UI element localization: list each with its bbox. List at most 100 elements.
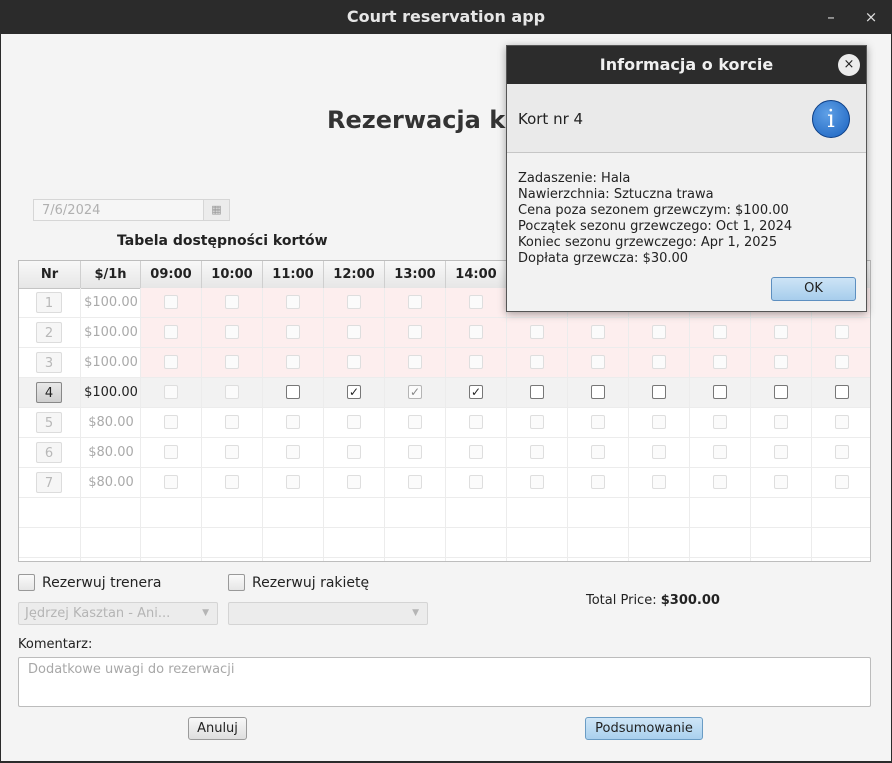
slot-checkbox[interactable]: [652, 385, 666, 399]
slot-checkbox[interactable]: [530, 415, 544, 429]
slot-checkbox[interactable]: [286, 475, 300, 489]
slot-checkbox[interactable]: [164, 415, 178, 429]
slot-checkbox[interactable]: [774, 355, 788, 369]
slot-checkbox[interactable]: [225, 445, 239, 459]
slot-checkbox[interactable]: [652, 445, 666, 459]
slot-checkbox[interactable]: [713, 445, 727, 459]
court-number-button[interactable]: 3: [36, 352, 62, 373]
slot-checkbox[interactable]: [713, 385, 727, 399]
column-header-1300[interactable]: 13:00: [385, 261, 446, 288]
slot-checkbox[interactable]: [225, 475, 239, 489]
slot-checkbox[interactable]: [469, 475, 483, 489]
slot-checkbox[interactable]: [652, 415, 666, 429]
court-number-button[interactable]: 2: [36, 322, 62, 343]
slot-checkbox[interactable]: [713, 355, 727, 369]
slot-checkbox[interactable]: [225, 385, 239, 399]
column-header-0900[interactable]: 09:00: [141, 261, 202, 288]
column-header-1100[interactable]: 11:00: [263, 261, 324, 288]
trainer-select[interactable]: Jędrzej Kasztan - Ani... ▼: [18, 602, 218, 625]
slot-checkbox[interactable]: [713, 475, 727, 489]
court-number-button[interactable]: 6: [36, 442, 62, 463]
slot-checkbox[interactable]: ✓: [408, 385, 422, 399]
slot-checkbox[interactable]: [286, 415, 300, 429]
slot-checkbox[interactable]: [225, 415, 239, 429]
court-number-button[interactable]: 1: [36, 292, 62, 313]
column-header-1200[interactable]: 12:00: [324, 261, 385, 288]
slot-checkbox[interactable]: [164, 325, 178, 339]
calendar-icon[interactable]: ▦: [203, 200, 229, 220]
slot-checkbox[interactable]: [286, 385, 300, 399]
slot-checkbox[interactable]: [408, 445, 422, 459]
slot-checkbox[interactable]: [530, 355, 544, 369]
slot-checkbox[interactable]: [347, 445, 361, 459]
slot-checkbox[interactable]: [286, 445, 300, 459]
date-picker[interactable]: 7/6/2024 ▦: [33, 199, 230, 221]
court-number-button[interactable]: 5: [36, 412, 62, 433]
slot-checkbox[interactable]: [469, 295, 483, 309]
slot-checkbox[interactable]: [835, 415, 849, 429]
slot-checkbox[interactable]: [835, 475, 849, 489]
slot-checkbox[interactable]: [591, 325, 605, 339]
slot-checkbox[interactable]: [164, 355, 178, 369]
slot-checkbox[interactable]: [469, 325, 483, 339]
slot-checkbox[interactable]: [469, 415, 483, 429]
slot-checkbox[interactable]: [408, 295, 422, 309]
slot-checkbox[interactable]: [225, 355, 239, 369]
minimize-button[interactable]: –: [816, 0, 846, 34]
slot-checkbox[interactable]: [774, 475, 788, 489]
slot-checkbox[interactable]: [164, 475, 178, 489]
slot-checkbox[interactable]: [774, 445, 788, 459]
court-number-button[interactable]: 4: [36, 382, 62, 403]
slot-checkbox[interactable]: [774, 415, 788, 429]
slot-checkbox[interactable]: [347, 295, 361, 309]
slot-checkbox[interactable]: ✓: [469, 385, 483, 399]
slot-checkbox[interactable]: [835, 355, 849, 369]
racket-select[interactable]: ▼: [228, 602, 428, 625]
slot-checkbox[interactable]: [164, 385, 178, 399]
slot-checkbox[interactable]: [164, 295, 178, 309]
column-header-1000[interactable]: 10:00: [202, 261, 263, 288]
slot-checkbox[interactable]: [347, 415, 361, 429]
slot-checkbox[interactable]: [713, 415, 727, 429]
book-trainer-checkbox[interactable]: [18, 574, 35, 591]
slot-checkbox[interactable]: [530, 445, 544, 459]
slot-checkbox[interactable]: [652, 355, 666, 369]
slot-checkbox[interactable]: [591, 385, 605, 399]
summary-button[interactable]: Podsumowanie: [585, 717, 703, 740]
slot-checkbox[interactable]: [408, 475, 422, 489]
court-number-button[interactable]: 7: [36, 472, 62, 493]
slot-checkbox[interactable]: [408, 355, 422, 369]
slot-checkbox[interactable]: [530, 385, 544, 399]
column-header-1400[interactable]: 14:00: [446, 261, 507, 288]
slot-checkbox[interactable]: [469, 445, 483, 459]
slot-checkbox[interactable]: [225, 295, 239, 309]
slot-checkbox[interactable]: [347, 475, 361, 489]
slot-checkbox[interactable]: [591, 355, 605, 369]
slot-checkbox[interactable]: [835, 325, 849, 339]
column-header-price[interactable]: $/1h: [81, 261, 141, 288]
slot-checkbox[interactable]: [652, 475, 666, 489]
slot-checkbox[interactable]: [469, 355, 483, 369]
slot-checkbox[interactable]: [591, 445, 605, 459]
slot-checkbox[interactable]: [225, 325, 239, 339]
slot-checkbox[interactable]: [835, 445, 849, 459]
column-header-nr[interactable]: Nr: [19, 261, 81, 288]
slot-checkbox[interactable]: ✓: [347, 385, 361, 399]
slot-checkbox[interactable]: [286, 325, 300, 339]
slot-checkbox[interactable]: [530, 475, 544, 489]
book-racket-checkbox[interactable]: [228, 574, 245, 591]
slot-checkbox[interactable]: [713, 325, 727, 339]
slot-checkbox[interactable]: [347, 325, 361, 339]
slot-checkbox[interactable]: [591, 475, 605, 489]
slot-checkbox[interactable]: [286, 355, 300, 369]
slot-checkbox[interactable]: [164, 445, 178, 459]
window-close-button[interactable]: ×: [856, 0, 886, 34]
slot-checkbox[interactable]: [408, 415, 422, 429]
dialog-close-icon[interactable]: ×: [838, 54, 860, 76]
slot-checkbox[interactable]: [408, 325, 422, 339]
slot-checkbox[interactable]: [347, 355, 361, 369]
slot-checkbox[interactable]: [652, 325, 666, 339]
comment-textarea[interactable]: Dodatkowe uwagi do rezerwacji: [18, 657, 871, 707]
slot-checkbox[interactable]: [530, 325, 544, 339]
slot-checkbox[interactable]: [774, 385, 788, 399]
